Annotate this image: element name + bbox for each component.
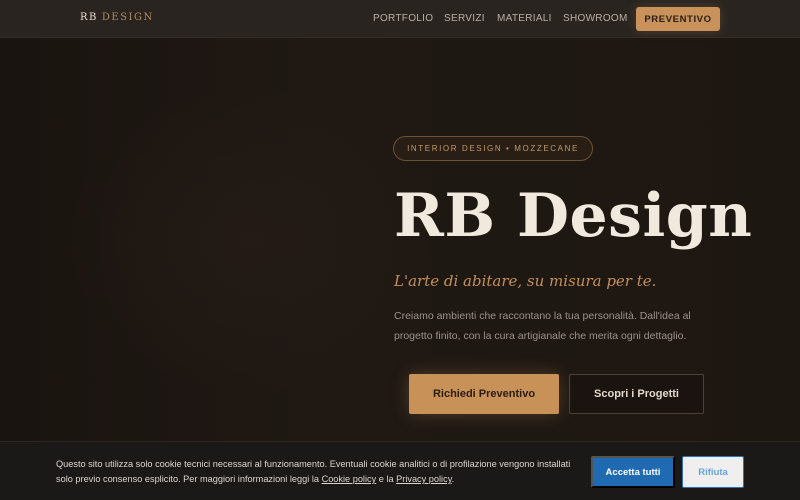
site-logo[interactable]: RB DESIGN bbox=[80, 12, 154, 26]
cookie-notice-text: Questo sito utilizza solo cookie tecnici… bbox=[56, 457, 576, 487]
top-navigation: RB DESIGN PORTFOLIO SERVIZI MATERIALI SHO… bbox=[0, 0, 800, 38]
privacy-policy-link[interactable]: Privacy policy bbox=[396, 474, 451, 484]
cookie-banner: Questo sito utilizza solo cookie tecnici… bbox=[0, 441, 800, 500]
accept-all-cookies-button[interactable]: Accetta tutti bbox=[591, 456, 675, 488]
hero-tagline: L'arte di abitare, su misura per te. bbox=[394, 272, 657, 290]
nav-link-portfolio[interactable]: PORTFOLIO bbox=[373, 13, 433, 24]
cookie-text-middle: e la bbox=[376, 474, 397, 484]
logo-rb: RB bbox=[80, 12, 98, 23]
nav-link-materiali[interactable]: MATERIALI bbox=[497, 13, 552, 24]
nav-link-showroom[interactable]: SHOWROOM bbox=[563, 13, 628, 24]
preventivo-nav-button[interactable]: PREVENTIVO bbox=[636, 7, 720, 31]
cookie-policy-link[interactable]: Cookie policy bbox=[322, 474, 377, 484]
hero-title: RB Design bbox=[394, 181, 753, 251]
reject-cookies-button[interactable]: Rifiuta bbox=[682, 456, 744, 488]
hero-description: Creiamo ambienti che raccontano la tua p… bbox=[394, 310, 691, 342]
cookie-text-end: . bbox=[451, 474, 455, 484]
hero-badge: INTERIOR DESIGN • MOZZECANE bbox=[393, 136, 593, 161]
cookie-text-intro: Questo sito utilizza solo cookie tecnici… bbox=[56, 459, 571, 484]
logo-design: DESIGN bbox=[101, 12, 154, 23]
richiedi-preventivo-button[interactable]: Richiedi Preventivo bbox=[409, 374, 559, 414]
scopri-progetti-button[interactable]: Scopri i Progetti bbox=[569, 374, 704, 414]
nav-link-servizi[interactable]: SERVIZI bbox=[444, 13, 485, 24]
